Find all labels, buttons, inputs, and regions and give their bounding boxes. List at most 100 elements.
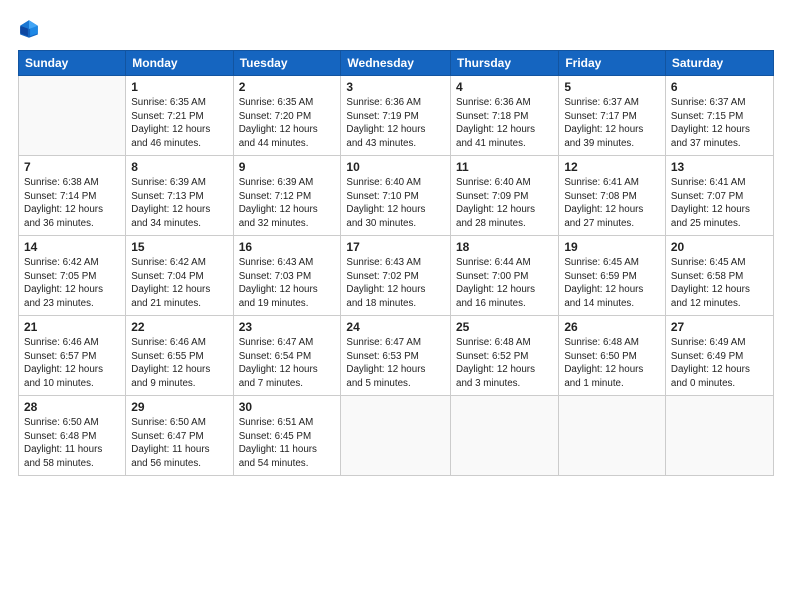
day-number: 23 [239,320,336,334]
day-info: Sunrise: 6:42 AM Sunset: 7:05 PM Dayligh… [24,256,120,311]
day-info: Sunrise: 6:37 AM Sunset: 7:17 PM Dayligh… [564,96,660,151]
day-info: Sunrise: 6:43 AM Sunset: 7:03 PM Dayligh… [239,256,336,311]
column-header-sunday: Sunday [19,51,126,76]
day-cell: 11 Sunrise: 6:40 AM Sunset: 7:09 PM Dayli… [451,156,559,236]
day-info: Sunrise: 6:40 AM Sunset: 7:09 PM Dayligh… [456,176,553,231]
column-header-tuesday: Tuesday [233,51,341,76]
day-info: Sunrise: 6:51 AM Sunset: 6:45 PM Dayligh… [239,416,336,471]
day-cell: 18Sunrise: 6:44 AM Sunset: 7:00 PM Dayli… [451,236,559,316]
day-cell: 26 Sunrise: 6:48 AM Sunset: 6:50 PM Dayli… [559,316,666,396]
day-cell: 10 Sunrise: 6:40 AM Sunset: 7:10 PM Dayli… [341,156,451,236]
day-cell: 12Sunrise: 6:41 AM Sunset: 7:08 PM Dayli… [559,156,666,236]
day-info: Sunrise: 6:41 AM Sunset: 7:07 PM Dayligh… [671,176,768,231]
day-cell: 30 Sunrise: 6:51 AM Sunset: 6:45 PM Dayli… [233,396,341,476]
day-cell: 14 Sunrise: 6:42 AM Sunset: 7:05 PM Dayli… [19,236,126,316]
day-number: 3 [346,80,445,94]
logo [18,18,44,40]
day-number: 11 [456,160,553,174]
day-cell: 19 Sunrise: 6:45 AM Sunset: 6:59 PM Dayli… [559,236,666,316]
day-cell [341,396,451,476]
day-number: 30 [239,400,336,414]
day-info: Sunrise: 6:35 AM Sunset: 7:20 PM Dayligh… [239,96,336,151]
day-info: Sunrise: 6:39 AM Sunset: 7:13 PM Dayligh… [131,176,227,231]
day-cell [19,76,126,156]
day-number: 20 [671,240,768,254]
day-cell: 16 Sunrise: 6:43 AM Sunset: 7:03 PM Dayli… [233,236,341,316]
day-cell [451,396,559,476]
day-cell: 28Sunrise: 6:50 AM Sunset: 6:48 PM Dayli… [19,396,126,476]
day-cell: 8 Sunrise: 6:39 AM Sunset: 7:13 PM Daylig… [126,156,233,236]
week-row-2: 7 Sunrise: 6:38 AM Sunset: 7:14 PM Daylig… [19,156,774,236]
day-number: 7 [24,160,120,174]
day-number: 26 [564,320,660,334]
day-number: 25 [456,320,553,334]
day-cell: 27Sunrise: 6:49 AM Sunset: 6:49 PM Dayli… [665,316,773,396]
day-cell: 3Sunrise: 6:36 AM Sunset: 7:19 PM Daylig… [341,76,451,156]
day-info: Sunrise: 6:46 AM Sunset: 6:57 PM Dayligh… [24,336,120,391]
day-cell: 2 Sunrise: 6:35 AM Sunset: 7:20 PM Daylig… [233,76,341,156]
day-info: Sunrise: 6:45 AM Sunset: 6:59 PM Dayligh… [564,256,660,311]
day-number: 24 [346,320,445,334]
day-info: Sunrise: 6:48 AM Sunset: 6:50 PM Dayligh… [564,336,660,391]
day-cell: 1 Sunrise: 6:35 AM Sunset: 7:21 PM Daylig… [126,76,233,156]
day-info: Sunrise: 6:46 AM Sunset: 6:55 PM Dayligh… [131,336,227,391]
day-number: 21 [24,320,120,334]
day-number: 19 [564,240,660,254]
day-cell: 4Sunrise: 6:36 AM Sunset: 7:18 PM Daylig… [451,76,559,156]
day-number: 16 [239,240,336,254]
day-number: 18 [456,240,553,254]
day-cell: 23 Sunrise: 6:47 AM Sunset: 6:54 PM Dayli… [233,316,341,396]
day-cell [665,396,773,476]
day-number: 14 [24,240,120,254]
day-cell: 22Sunrise: 6:46 AM Sunset: 6:55 PM Dayli… [126,316,233,396]
day-number: 15 [131,240,227,254]
day-cell [559,396,666,476]
day-info: Sunrise: 6:50 AM Sunset: 6:47 PM Dayligh… [131,416,227,471]
day-info: Sunrise: 6:38 AM Sunset: 7:14 PM Dayligh… [24,176,120,231]
day-cell: 24 Sunrise: 6:47 AM Sunset: 6:53 PM Dayli… [341,316,451,396]
day-cell: 25 Sunrise: 6:48 AM Sunset: 6:52 PM Dayli… [451,316,559,396]
day-cell: 29 Sunrise: 6:50 AM Sunset: 6:47 PM Dayli… [126,396,233,476]
day-number: 29 [131,400,227,414]
day-cell: 21 Sunrise: 6:46 AM Sunset: 6:57 PM Dayli… [19,316,126,396]
column-header-friday: Friday [559,51,666,76]
day-cell: 7 Sunrise: 6:38 AM Sunset: 7:14 PM Daylig… [19,156,126,236]
week-row-5: 28Sunrise: 6:50 AM Sunset: 6:48 PM Dayli… [19,396,774,476]
column-header-monday: Monday [126,51,233,76]
day-cell: 17Sunrise: 6:43 AM Sunset: 7:02 PM Dayli… [341,236,451,316]
day-info: Sunrise: 6:37 AM Sunset: 7:15 PM Dayligh… [671,96,768,151]
column-header-saturday: Saturday [665,51,773,76]
day-number: 6 [671,80,768,94]
day-info: Sunrise: 6:47 AM Sunset: 6:54 PM Dayligh… [239,336,336,391]
day-info: Sunrise: 6:35 AM Sunset: 7:21 PM Dayligh… [131,96,227,151]
day-number: 9 [239,160,336,174]
day-number: 12 [564,160,660,174]
day-cell: 9 Sunrise: 6:39 AM Sunset: 7:12 PM Daylig… [233,156,341,236]
day-info: Sunrise: 6:45 AM Sunset: 6:58 PM Dayligh… [671,256,768,311]
header [18,18,774,40]
day-info: Sunrise: 6:47 AM Sunset: 6:53 PM Dayligh… [346,336,445,391]
day-info: Sunrise: 6:39 AM Sunset: 7:12 PM Dayligh… [239,176,336,231]
week-row-3: 14 Sunrise: 6:42 AM Sunset: 7:05 PM Dayli… [19,236,774,316]
column-header-wednesday: Wednesday [341,51,451,76]
day-info: Sunrise: 6:50 AM Sunset: 6:48 PM Dayligh… [24,416,120,471]
day-cell: 20 Sunrise: 6:45 AM Sunset: 6:58 PM Dayli… [665,236,773,316]
day-number: 1 [131,80,227,94]
week-row-4: 21 Sunrise: 6:46 AM Sunset: 6:57 PM Dayli… [19,316,774,396]
day-info: Sunrise: 6:40 AM Sunset: 7:10 PM Dayligh… [346,176,445,231]
day-info: Sunrise: 6:42 AM Sunset: 7:04 PM Dayligh… [131,256,227,311]
header-row: SundayMondayTuesdayWednesdayThursdayFrid… [19,51,774,76]
day-number: 13 [671,160,768,174]
day-number: 8 [131,160,227,174]
page: SundayMondayTuesdayWednesdayThursdayFrid… [0,0,792,612]
day-cell: 5 Sunrise: 6:37 AM Sunset: 7:17 PM Daylig… [559,76,666,156]
day-number: 10 [346,160,445,174]
day-number: 17 [346,240,445,254]
column-header-thursday: Thursday [451,51,559,76]
logo-icon [18,18,40,40]
day-info: Sunrise: 6:49 AM Sunset: 6:49 PM Dayligh… [671,336,768,391]
day-info: Sunrise: 6:36 AM Sunset: 7:18 PM Dayligh… [456,96,553,151]
day-number: 5 [564,80,660,94]
day-number: 2 [239,80,336,94]
day-info: Sunrise: 6:48 AM Sunset: 6:52 PM Dayligh… [456,336,553,391]
